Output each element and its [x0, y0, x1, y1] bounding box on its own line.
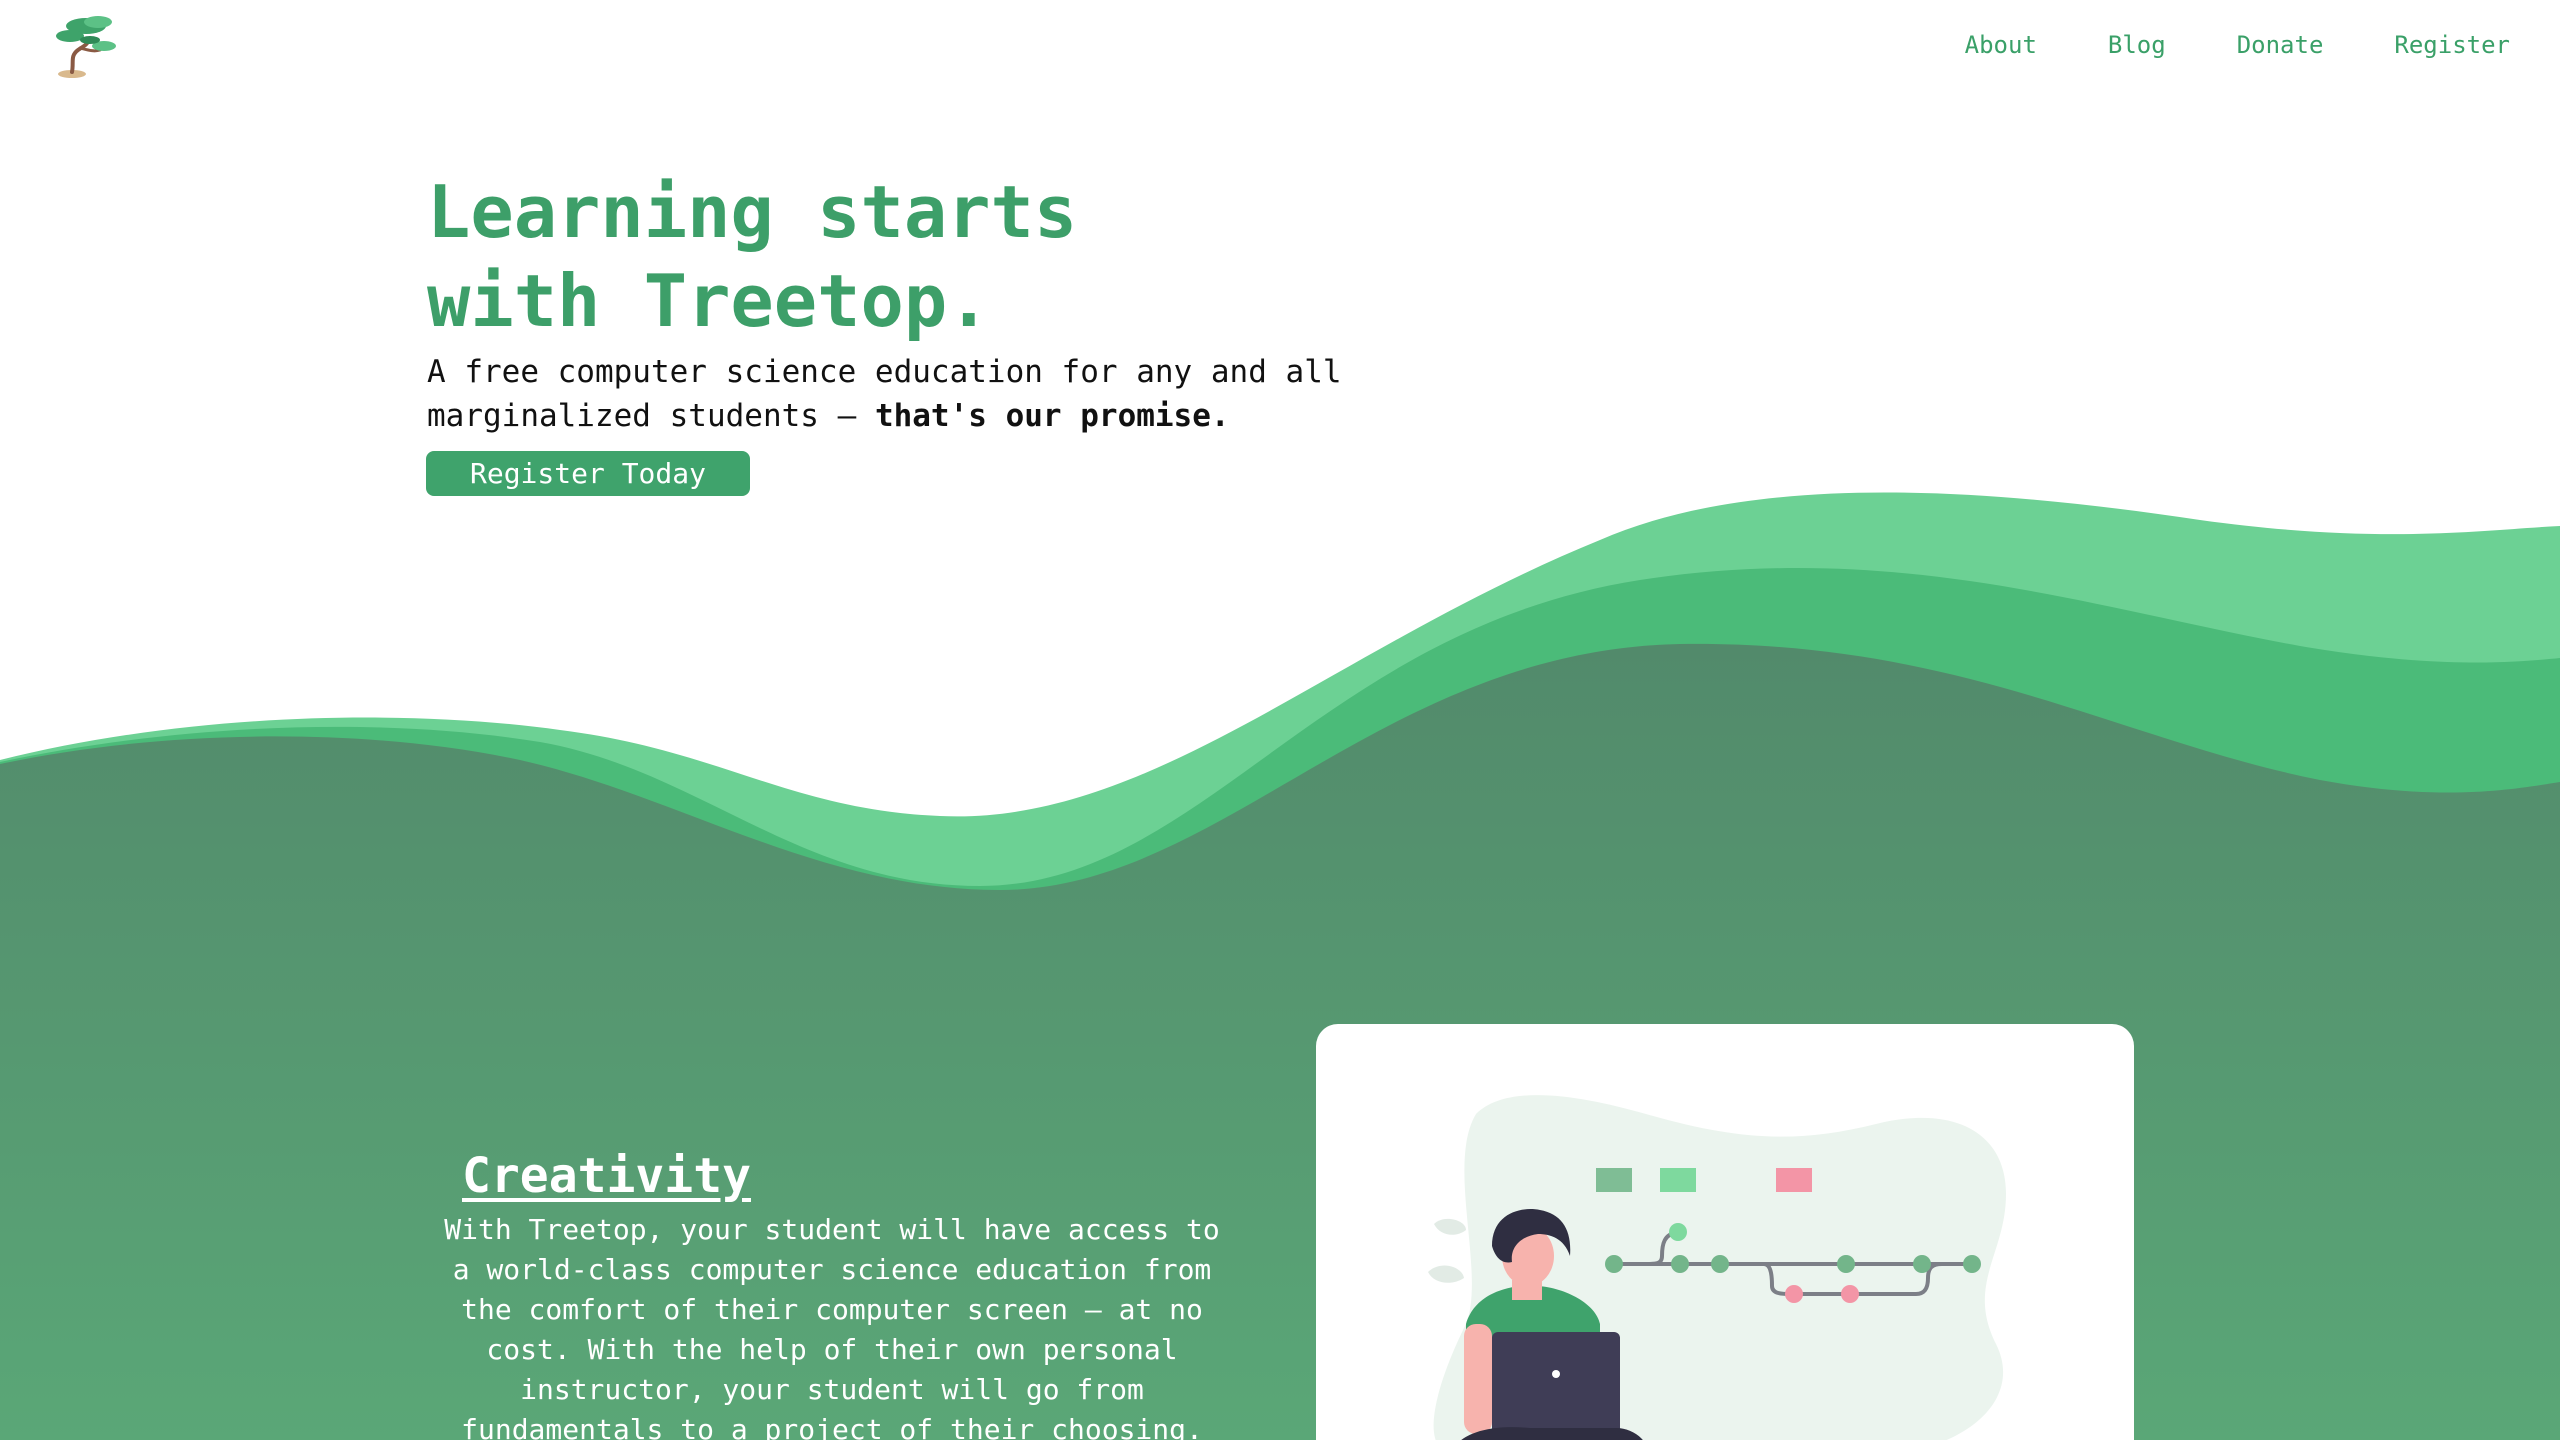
student-laptop-illustration [1428, 1095, 2006, 1440]
hero-subtitle: A free computer science education for an… [427, 350, 1577, 438]
feature-title: Creativity [462, 1148, 751, 1204]
wave-background [0, 492, 2560, 1440]
nav-donate-link[interactable]: Donate [2237, 30, 2324, 60]
nav-register-link[interactable]: Register [2394, 30, 2510, 60]
nav-blog-link[interactable]: Blog [2108, 30, 2166, 60]
hero-title: Learning starts with Treetop. [427, 170, 1078, 343]
illustration-card [1316, 1024, 2134, 1440]
nav-about-link[interactable]: About [1965, 30, 2037, 60]
bonsai-tree-icon[interactable] [54, 14, 120, 78]
hero-subtitle-emphasis: that's our promise. [874, 398, 1230, 434]
top-nav: About Blog Donate Register [1965, 30, 2510, 60]
feature-body: With Treetop, your student will have acc… [444, 1213, 1220, 1440]
